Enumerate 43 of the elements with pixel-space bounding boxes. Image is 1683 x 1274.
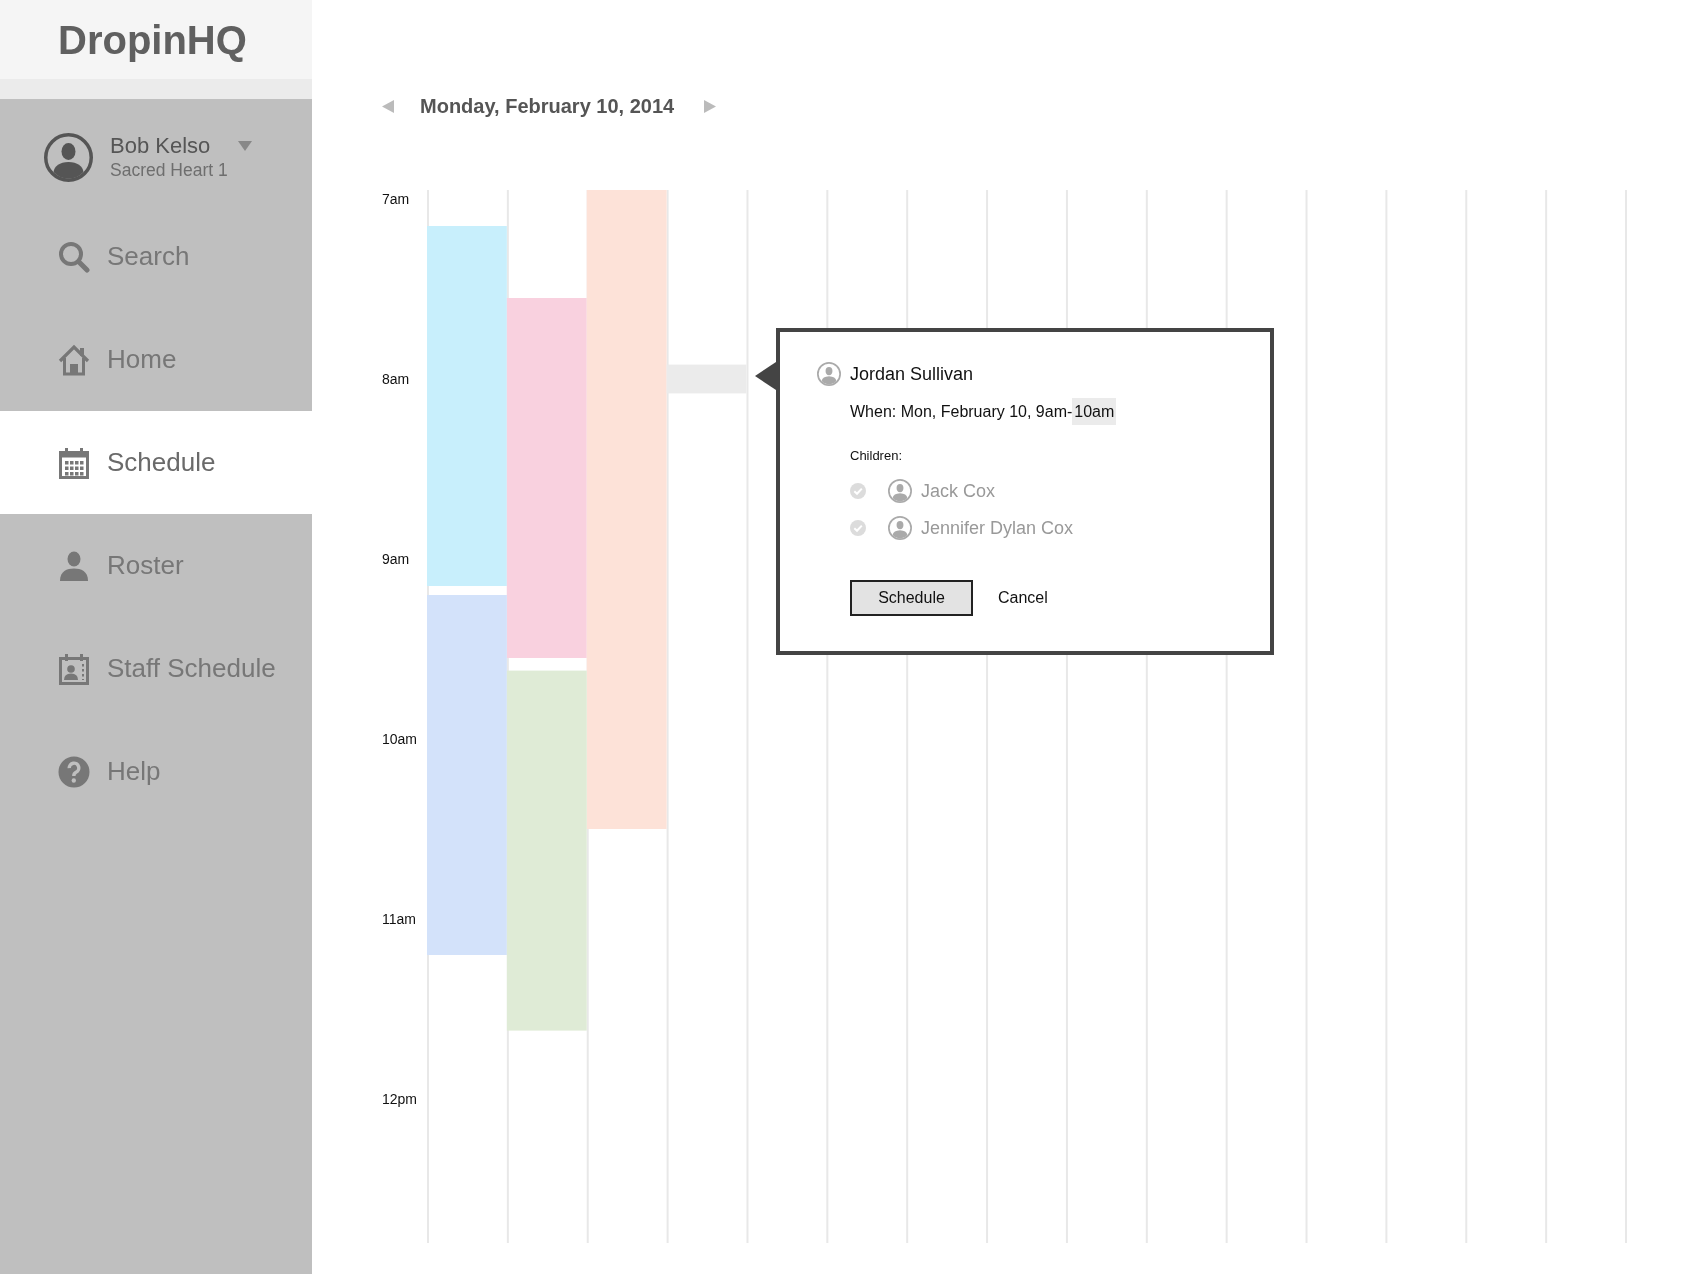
check-circle-icon[interactable]	[850, 520, 866, 536]
parent-name: Jordan Sullivan	[850, 363, 974, 385]
schedule-button[interactable]: Schedule	[850, 580, 973, 616]
search-icon	[57, 240, 91, 273]
previous-arrow-icon[interactable]	[382, 99, 394, 113]
child-avatar-icon	[888, 479, 912, 503]
nav-item[interactable]: Search	[0, 205, 312, 308]
child-avatar-icon	[888, 516, 912, 540]
nav-item[interactable]: Roster	[0, 514, 312, 617]
children-label: Children:	[850, 448, 903, 464]
event-block[interactable]	[506, 298, 587, 658]
event-block[interactable]	[586, 190, 667, 829]
user-location: Sacred Heart 1	[110, 159, 229, 181]
home-icon	[57, 343, 91, 376]
date-title: Monday, February 10, 2014	[420, 94, 675, 118]
time-label: 8am	[382, 371, 410, 387]
person-icon	[57, 549, 91, 582]
event-block[interactable]	[427, 226, 507, 586]
selected-slot[interactable]	[666, 364, 747, 394]
app-logo: DropinHQ	[58, 19, 247, 60]
nav-item[interactable]: Home	[0, 308, 312, 411]
time-label: 11am	[382, 911, 416, 927]
calendar-person-icon	[57, 652, 91, 685]
child-name: Jennifer Dylan Cox	[921, 517, 1074, 539]
user-avatar-icon	[44, 132, 93, 182]
time-label: 9am	[382, 551, 410, 567]
user-name: Bob Kelso	[110, 133, 211, 159]
nav-item[interactable]: Staff Schedule	[0, 617, 312, 720]
check-circle-icon[interactable]	[850, 483, 866, 499]
help-icon	[57, 755, 91, 788]
next-arrow-icon[interactable]	[704, 99, 717, 113]
nav-item[interactable]: Schedule	[0, 411, 312, 514]
event-block[interactable]	[427, 595, 507, 955]
time-label: 12pm	[382, 1091, 418, 1107]
nav-item[interactable]: Help	[0, 720, 312, 823]
person-avatar-icon	[817, 362, 841, 386]
time-label: 10am	[382, 731, 418, 747]
dropdown-caret-icon[interactable]	[238, 141, 253, 151]
cancel-button[interactable]: Cancel	[998, 588, 1048, 608]
time-label: 7am	[382, 191, 410, 207]
calendar-icon	[57, 446, 91, 479]
child-name: Jack Cox	[921, 480, 996, 502]
event-block[interactable]	[506, 670, 587, 1031]
